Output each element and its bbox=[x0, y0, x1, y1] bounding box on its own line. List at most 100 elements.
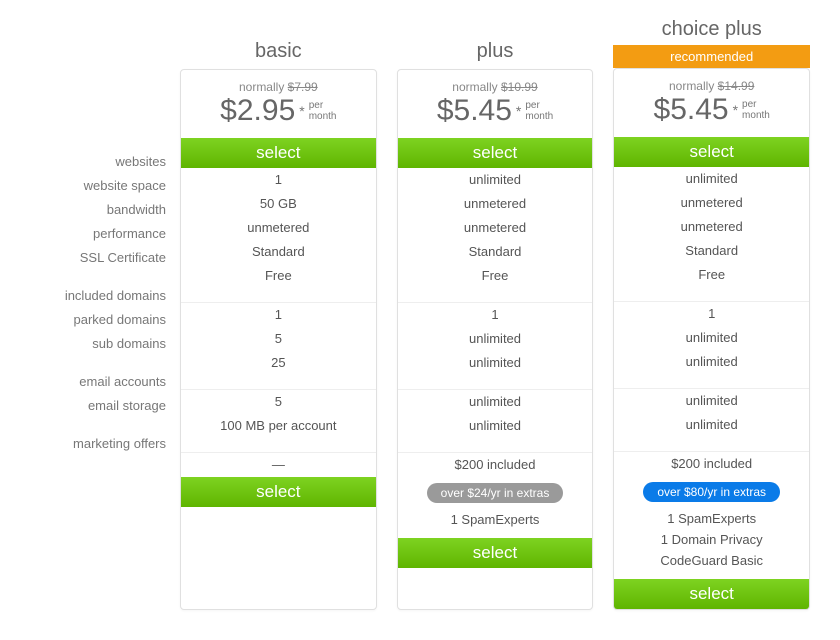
feature-value: $200 included bbox=[404, 453, 587, 477]
plan-title: plus bbox=[397, 32, 594, 67]
feature-value: unlimited bbox=[404, 390, 587, 414]
feature-label: website space bbox=[0, 174, 166, 198]
feature-value: 1 bbox=[404, 303, 587, 327]
select-button-top[interactable]: select bbox=[614, 137, 809, 167]
per-top: per bbox=[742, 99, 756, 110]
feature-value: 1 bbox=[187, 168, 370, 192]
feature-label: parked domains bbox=[0, 308, 166, 332]
asterisk-icon: * bbox=[733, 102, 738, 118]
asterisk-icon: * bbox=[516, 103, 521, 119]
features-list: unlimited unmetered unmetered Standard F… bbox=[398, 168, 593, 477]
extras-pill: over $80/yr in extras bbox=[643, 482, 780, 502]
per-top: per bbox=[309, 100, 323, 111]
feature-label: sub domains bbox=[0, 332, 166, 356]
feature-value: unlimited bbox=[620, 167, 803, 191]
feature-label: marketing offers bbox=[0, 432, 166, 456]
feature-value: unlimited bbox=[620, 389, 803, 413]
feature-value: unlimited bbox=[404, 351, 587, 375]
feature-value: unmetered bbox=[620, 215, 803, 239]
per-top: per bbox=[525, 100, 539, 111]
feature-value: 5 bbox=[187, 390, 370, 414]
price-value: 5.45 bbox=[454, 94, 512, 127]
extras-line: CodeGuard Basic bbox=[620, 550, 803, 571]
feature-labels-column: websites website space bandwidth perform… bbox=[0, 10, 180, 470]
extras-block: over $80/yr in extras 1 SpamExperts 1 Do… bbox=[614, 476, 809, 579]
price-amount: $5.45 bbox=[654, 93, 729, 127]
normally-word: normally bbox=[452, 80, 497, 94]
normally-word: normally bbox=[239, 80, 284, 94]
extras-line: 1 SpamExperts bbox=[404, 509, 587, 530]
plan-card-plus: normally $10.99 $5.45 * permonth select … bbox=[397, 69, 594, 610]
select-button-bottom[interactable]: select bbox=[614, 579, 809, 609]
per-month: permonth bbox=[742, 99, 770, 121]
currency: $ bbox=[220, 94, 237, 127]
price-block: normally $10.99 $5.45 * permonth bbox=[398, 70, 593, 138]
price-amount: $5.45 bbox=[437, 94, 512, 128]
normal-price: normally $14.99 bbox=[618, 79, 805, 93]
select-button-top[interactable]: select bbox=[398, 138, 593, 168]
select-button-top[interactable]: select bbox=[181, 138, 376, 168]
per-bottom: month bbox=[309, 111, 337, 122]
price-amount: $2.95 bbox=[220, 94, 295, 128]
recommended-badge: recommended bbox=[613, 45, 810, 68]
price-value: 2.95 bbox=[237, 94, 295, 127]
extras-line: 1 Domain Privacy bbox=[620, 529, 803, 550]
price-block: normally $14.99 $5.45 * permonth bbox=[614, 69, 809, 137]
feature-value: unmetered bbox=[404, 216, 587, 240]
features-list: 1 50 GB unmetered Standard Free 1 5 25 bbox=[181, 168, 376, 477]
pricing-table: websites website space bandwidth perform… bbox=[0, 10, 840, 610]
feature-value: unmetered bbox=[187, 216, 370, 240]
extras-line: 1 SpamExperts bbox=[620, 508, 803, 529]
feature-label: email storage bbox=[0, 394, 166, 418]
feature-value: Standard bbox=[404, 240, 587, 264]
normal-price: normally $7.99 bbox=[185, 80, 372, 94]
price-line: $5.45 * permonth bbox=[402, 94, 589, 128]
feature-value: Standard bbox=[620, 239, 803, 263]
feature-value: unmetered bbox=[404, 192, 587, 216]
price-line: $2.95 * permonth bbox=[185, 94, 372, 128]
feature-value: unlimited bbox=[620, 350, 803, 374]
plan-header-area: basic bbox=[180, 10, 377, 69]
features-list: unlimited unmetered unmetered Standard F… bbox=[614, 167, 809, 476]
plan-card-choice-plus: normally $14.99 $5.45 * permonth select … bbox=[613, 68, 810, 610]
currency: $ bbox=[437, 94, 454, 127]
feature-value: Free bbox=[404, 264, 587, 288]
per-month: permonth bbox=[525, 100, 553, 122]
label-group-4: marketing offers bbox=[0, 432, 166, 456]
feature-value: Standard bbox=[187, 240, 370, 264]
feature-value: 100 MB per account bbox=[187, 414, 370, 438]
feature-value: 1 bbox=[620, 302, 803, 326]
plan-header-area: choice plus recommended bbox=[613, 10, 810, 68]
plans-row: basic normally $7.99 $2.95 * permonth se… bbox=[180, 10, 840, 610]
per-month: permonth bbox=[309, 100, 337, 122]
extras-pill: over $24/yr in extras bbox=[427, 483, 564, 503]
feature-value: unlimited bbox=[404, 414, 587, 438]
plan-column-basic: basic normally $7.99 $2.95 * permonth se… bbox=[180, 10, 377, 610]
feature-value: unmetered bbox=[620, 191, 803, 215]
select-button-bottom[interactable]: select bbox=[181, 477, 376, 507]
feature-label: websites bbox=[0, 150, 166, 174]
feature-label: included domains bbox=[0, 284, 166, 308]
feature-value: Free bbox=[187, 264, 370, 288]
label-group-3: email accounts email storage bbox=[0, 370, 166, 418]
feature-value: unlimited bbox=[404, 327, 587, 351]
normal-price-value: $7.99 bbox=[288, 80, 318, 94]
plan-column-choice-plus: choice plus recommended normally $14.99 … bbox=[613, 10, 810, 610]
normally-word: normally bbox=[669, 79, 714, 93]
select-button-bottom[interactable]: select bbox=[398, 538, 593, 568]
plan-card-basic: normally $7.99 $2.95 * permonth select 1… bbox=[180, 69, 377, 610]
feature-value: Free bbox=[620, 263, 803, 287]
per-bottom: month bbox=[742, 110, 770, 121]
feature-value: 1 bbox=[187, 303, 370, 327]
feature-value: unlimited bbox=[404, 168, 587, 192]
feature-value: $200 included bbox=[620, 452, 803, 476]
normal-price: normally $10.99 bbox=[402, 80, 589, 94]
feature-value: unlimited bbox=[620, 326, 803, 350]
feature-label: bandwidth bbox=[0, 198, 166, 222]
asterisk-icon: * bbox=[299, 103, 304, 119]
normal-price-value: $14.99 bbox=[718, 79, 755, 93]
feature-value: — bbox=[187, 453, 370, 477]
feature-value: 5 bbox=[187, 327, 370, 351]
per-bottom: month bbox=[525, 111, 553, 122]
feature-label: performance bbox=[0, 222, 166, 246]
